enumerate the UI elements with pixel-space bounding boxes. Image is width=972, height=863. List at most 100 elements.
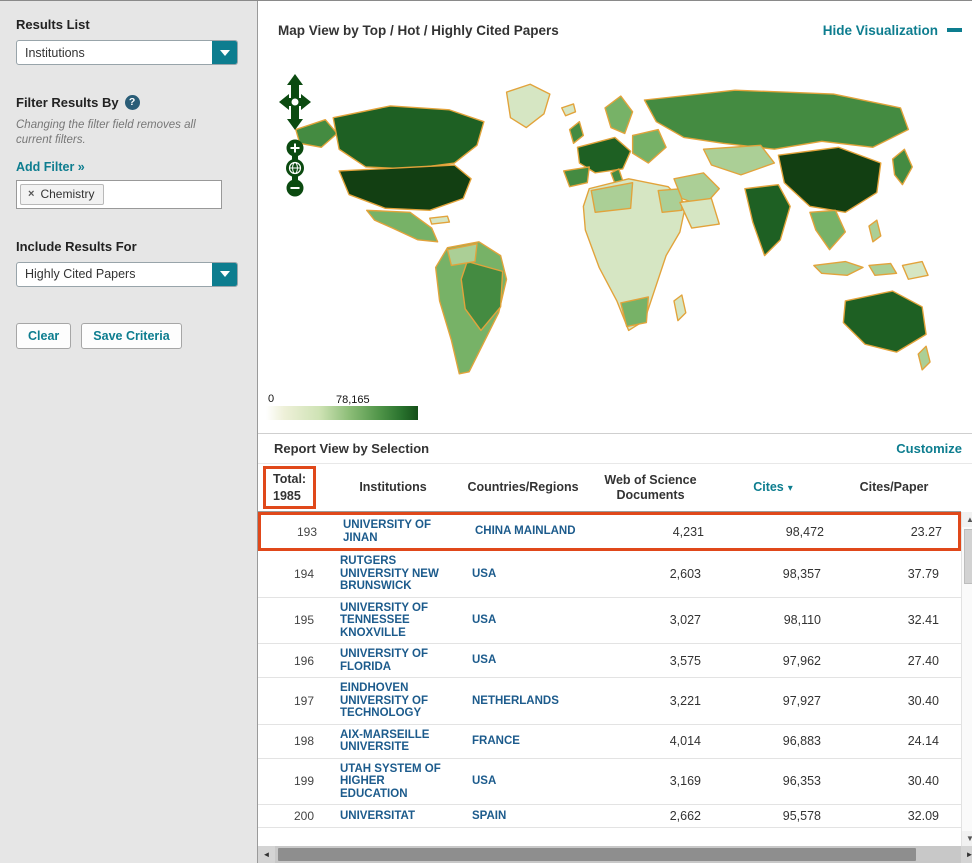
rank-cell: 200 <box>258 809 328 823</box>
include-results-heading: Include Results For <box>16 239 241 254</box>
cites-per-paper-cell: 30.40 <box>833 694 955 708</box>
documents-cell: 3,221 <box>588 694 713 708</box>
country-link[interactable]: USA <box>472 654 580 667</box>
cites-cell: 96,883 <box>713 734 833 748</box>
cites-cell: 98,472 <box>716 525 836 539</box>
remove-filter-icon[interactable]: × <box>28 188 34 200</box>
rank-cell: 198 <box>258 734 328 748</box>
esi-app-window: Results List Institutions Filter Results… <box>0 0 972 863</box>
sidebar-buttons: Clear Save Criteria <box>16 323 241 349</box>
vertical-scroll-thumb[interactable] <box>964 529 972 584</box>
hide-visualization-label: Hide Visualization <box>823 23 938 38</box>
filter-tag-chemistry[interactable]: × Chemistry <box>20 184 104 205</box>
scroll-down-icon[interactable]: ▼ <box>962 831 972 846</box>
help-icon[interactable]: ? <box>125 95 140 110</box>
save-criteria-button[interactable]: Save Criteria <box>81 323 181 349</box>
table-row: 200 UNIVERSITAT SPAIN 2,662 95,578 32.09 <box>258 805 961 828</box>
institution-link[interactable]: UNIVERSITY OF JINAN <box>343 519 453 544</box>
hide-visualization-link[interactable]: Hide Visualization <box>823 23 962 38</box>
documents-cell: 3,027 <box>588 613 713 627</box>
sidebar: Results List Institutions Filter Results… <box>0 1 258 863</box>
customize-link[interactable]: Customize <box>896 441 962 456</box>
table-row: 196 UNIVERSITY OF FLORIDA USA 3,575 97,9… <box>258 644 961 678</box>
table-row: 198 AIX-MARSEILLE UNIVERSITE FRANCE 4,01… <box>258 725 961 759</box>
chevron-down-icon[interactable] <box>212 263 237 286</box>
column-header-countries: Countries/Regions <box>458 480 588 494</box>
cites-per-paper-cell: 32.09 <box>833 809 955 823</box>
legend-min-label: 0 <box>268 393 274 405</box>
institution-link[interactable]: UNIVERSITY OF FLORIDA <box>340 648 450 673</box>
scroll-left-icon[interactable]: ◄ <box>258 846 275 863</box>
filter-results-heading: Filter Results By <box>16 95 119 110</box>
column-header-cites-per-paper: Cites/Paper <box>833 480 955 494</box>
results-list-heading: Results List <box>16 17 241 32</box>
horizontal-scrollbar[interactable]: ◄ ► <box>258 846 972 863</box>
map-pan-control[interactable] <box>278 73 312 136</box>
rank-cell: 195 <box>258 613 328 627</box>
vertical-scroll-track[interactable] <box>962 527 972 831</box>
report-view-title: Report View by Selection <box>274 441 429 456</box>
institution-link[interactable]: AIX-MARSEILLE UNIVERSITE <box>340 729 450 754</box>
cites-per-paper-cell: 27.40 <box>833 654 955 668</box>
table-body: 193 UNIVERSITY OF JINAN CHINA MAINLAND 4… <box>258 512 961 846</box>
cites-per-paper-cell: 32.41 <box>833 613 955 627</box>
institution-link[interactable]: UNIVERSITAT <box>340 810 450 823</box>
column-header-documents: Web of Science Documents <box>588 473 713 502</box>
world-map-visualization[interactable]: 0 78,165 <box>258 59 972 433</box>
total-label: Total: <box>273 471 306 487</box>
minimize-icon <box>947 28 962 32</box>
map-view-title: Map View by Top / Hot / Highly Cited Pap… <box>278 23 559 38</box>
rank-cell: 194 <box>258 567 328 581</box>
documents-cell: 2,662 <box>588 809 713 823</box>
institution-link[interactable]: RUTGERS UNIVERSITY NEW BRUNSWICK <box>340 555 450 593</box>
cites-per-paper-cell: 37.79 <box>833 567 955 581</box>
filter-note: Changing the filter field removes all cu… <box>16 118 230 148</box>
cites-per-paper-cell: 24.14 <box>833 734 955 748</box>
vertical-scrollbar[interactable]: ▲ ▼ <box>961 512 972 846</box>
documents-cell: 3,169 <box>588 774 713 788</box>
country-link[interactable]: USA <box>472 614 580 627</box>
country-link[interactable]: CHINA MAINLAND <box>475 525 583 538</box>
cites-per-paper-cell: 23.27 <box>836 525 958 539</box>
clear-button[interactable]: Clear <box>16 323 71 349</box>
table-row: 199 UTAH SYSTEM OF HIGHER EDUCATION USA … <box>258 759 961 806</box>
country-link[interactable]: NETHERLANDS <box>472 695 580 708</box>
cites-cell: 97,927 <box>713 694 833 708</box>
rank-cell: 196 <box>258 654 328 668</box>
documents-cell: 4,014 <box>588 734 713 748</box>
institution-link[interactable]: UTAH SYSTEM OF HIGHER EDUCATION <box>340 763 450 801</box>
main-panel: Map View by Top / Hot / Highly Cited Pap… <box>258 1 972 863</box>
table-row: 194 RUTGERS UNIVERSITY NEW BRUNSWICK USA… <box>258 551 961 598</box>
filter-tag-label: Chemistry <box>40 187 94 201</box>
country-link[interactable]: SPAIN <box>472 810 580 823</box>
country-link[interactable]: USA <box>472 775 580 788</box>
include-results-select[interactable]: Highly Cited Papers <box>16 262 238 287</box>
table-row: 193 UNIVERSITY OF JINAN CHINA MAINLAND 4… <box>258 512 961 551</box>
chevron-down-icon[interactable] <box>212 41 237 64</box>
legend-gradient-bar <box>266 406 418 420</box>
results-table: Total: 1985 Institutions Countries/Regio… <box>258 464 972 846</box>
cites-cell: 96,353 <box>713 774 833 788</box>
table-header-row: Total: 1985 Institutions Countries/Regio… <box>258 464 961 512</box>
scroll-right-icon[interactable]: ► <box>961 846 972 863</box>
scroll-up-icon[interactable]: ▲ <box>962 512 972 527</box>
institution-link[interactable]: UNIVERSITY OF TENNESSEE KNOXVILLE <box>340 602 450 640</box>
report-header: Report View by Selection Customize <box>258 433 972 464</box>
world-choropleth-map[interactable] <box>282 65 932 395</box>
country-link[interactable]: FRANCE <box>472 735 580 748</box>
column-header-cites[interactable]: Cites▾ <box>713 480 833 495</box>
horizontal-scroll-track[interactable] <box>275 846 961 863</box>
include-section: Include Results For Highly Cited Papers <box>16 239 241 287</box>
active-filters-box: × Chemistry <box>16 180 222 209</box>
results-list-select[interactable]: Institutions <box>16 40 238 65</box>
add-filter-link[interactable]: Add Filter » <box>16 160 85 174</box>
map-header: Map View by Top / Hot / Highly Cited Pap… <box>258 1 972 59</box>
institution-link[interactable]: EINDHOVEN UNIVERSITY OF TECHNOLOGY <box>340 682 450 720</box>
country-link[interactable]: USA <box>472 568 580 581</box>
horizontal-scroll-thumb[interactable] <box>278 848 916 861</box>
results-list-value: Institutions <box>17 46 85 60</box>
documents-cell: 4,231 <box>591 525 716 539</box>
map-legend: 0 78,165 <box>266 393 418 421</box>
map-zoom-control[interactable] <box>283 139 307 202</box>
legend-max-label: 78,165 <box>336 394 370 406</box>
